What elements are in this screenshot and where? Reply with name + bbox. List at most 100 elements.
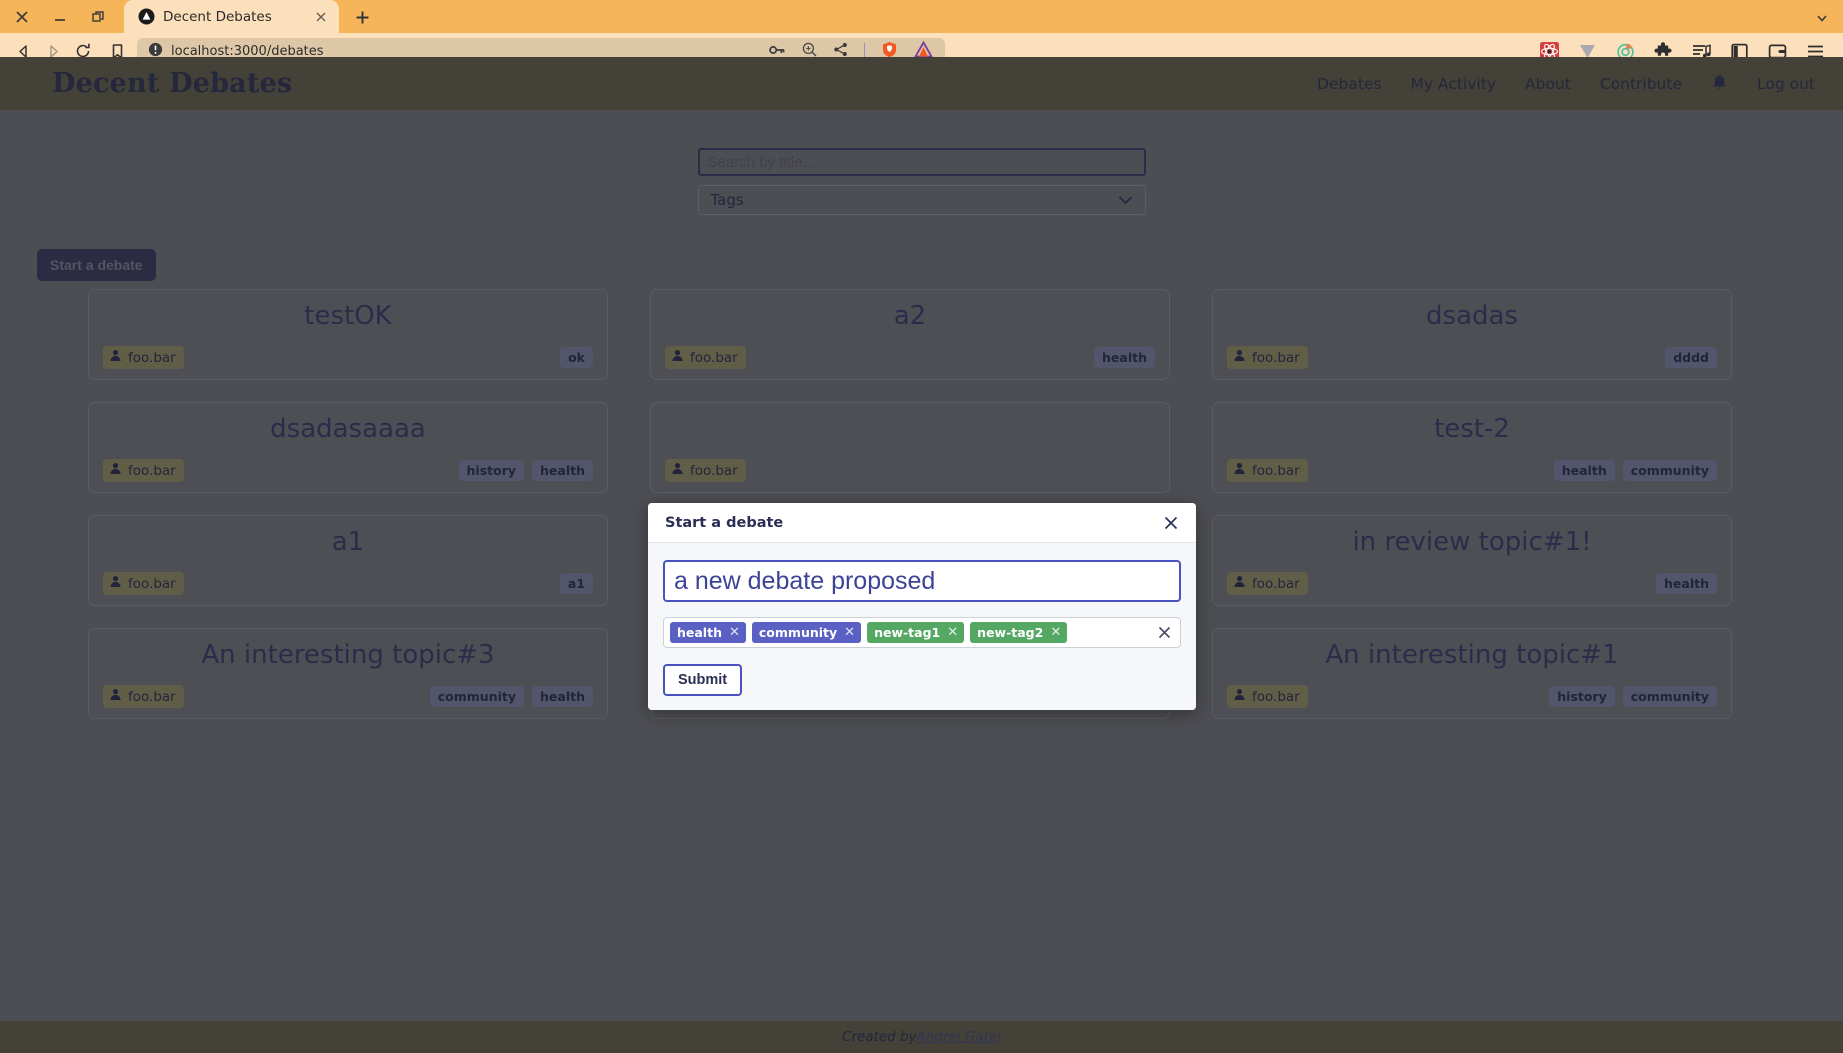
site-footer: Created by Andrei Gatej (0, 1021, 1843, 1053)
debate-author-name: foo.bar (128, 349, 176, 366)
debate-tag-badge: ok (560, 347, 593, 368)
chevron-down-icon (1118, 191, 1133, 209)
tag-chip-remove-icon[interactable]: ✕ (844, 626, 855, 639)
debate-author-badge[interactable]: foo.bar (103, 346, 184, 369)
debate-card-tags: a1 (559, 573, 593, 594)
debate-card-footer: foo.bar history health (103, 459, 593, 482)
close-icon[interactable] (1163, 515, 1179, 531)
person-icon (1233, 462, 1246, 479)
tag-chip[interactable]: new-tag1 ✕ (867, 622, 965, 643)
debate-author-badge[interactable]: foo.bar (1227, 685, 1308, 708)
debate-author-name: foo.bar (1252, 462, 1300, 479)
debate-card[interactable]: An interesting topic#1 foo.bar history comm… (1212, 628, 1732, 719)
debate-author-name: foo.bar (128, 575, 176, 592)
new-tab-button[interactable] (345, 3, 379, 31)
debate-card-tags: history community (1549, 686, 1717, 707)
debate-card[interactable]: a1 foo.bar a1 (88, 515, 608, 606)
debate-author-badge[interactable]: foo.bar (103, 459, 184, 482)
modal-body: health ✕ community ✕ new-tag1 ✕ new-tag2 ✕ Subm… (648, 543, 1196, 710)
debate-author-badge[interactable]: foo.bar (665, 346, 746, 369)
debate-card[interactable]: dsadasaaaa foo.bar history health (88, 402, 608, 493)
debate-card-title: a2 (893, 301, 927, 331)
person-icon (109, 462, 122, 479)
debate-tag-badge: community (1622, 686, 1717, 707)
debate-card[interactable]: in review topic#1! foo.bar health (1212, 515, 1732, 606)
search-input[interactable] (697, 148, 1146, 176)
tag-input-field[interactable]: health ✕ community ✕ new-tag1 ✕ new-tag2 ✕ (663, 617, 1181, 648)
debate-author-name: foo.bar (1252, 575, 1300, 592)
debate-card[interactable]: foo.bar (650, 402, 1170, 493)
debate-tag-badge: health (1656, 573, 1717, 594)
person-icon (1233, 575, 1246, 592)
debate-card[interactable]: An interesting topic#3 foo.bar community he… (88, 628, 608, 719)
person-icon (109, 349, 122, 366)
footer-prefix: Created by (842, 1029, 917, 1045)
tab-strip: Decent Debates (0, 0, 1843, 33)
nav-link-my-activity[interactable]: My Activity (1411, 75, 1496, 93)
debate-author-badge[interactable]: foo.bar (1227, 459, 1308, 482)
nav-link-debates[interactable]: Debates (1317, 75, 1382, 93)
tab-title: Decent Debates (163, 8, 272, 25)
debate-author-badge[interactable]: foo.bar (103, 572, 184, 595)
site-brand[interactable]: Decent Debates (52, 68, 292, 99)
debate-card-footer: foo.bar health community (1227, 459, 1717, 482)
tag-chip-remove-icon[interactable]: ✕ (729, 626, 740, 639)
bell-icon[interactable] (1711, 74, 1728, 93)
debate-card-tags: health community (1553, 460, 1717, 481)
tag-chip-remove-icon[interactable]: ✕ (947, 626, 958, 639)
tag-chip-label: new-tag1 (874, 625, 941, 640)
search-controls: Tags (697, 148, 1146, 215)
debate-author-badge[interactable]: foo.bar (665, 459, 746, 482)
tag-chip[interactable]: health ✕ (670, 622, 746, 643)
debate-card[interactable]: testOK foo.bar ok (88, 289, 608, 380)
modal-title: Start a debate (665, 514, 784, 531)
debate-card-tags: dddd (1665, 347, 1717, 368)
debate-tag-badge: health (532, 460, 593, 481)
tag-chip-label: community (758, 625, 838, 640)
start-debate-button[interactable]: Start a debate (37, 249, 156, 281)
debate-author-badge[interactable]: foo.bar (103, 685, 184, 708)
tab-close-icon[interactable] (313, 9, 329, 25)
debate-author-badge[interactable]: foo.bar (1227, 572, 1308, 595)
debate-card-title: An interesting topic#3 (201, 640, 495, 670)
tags-filter-select[interactable]: Tags (697, 185, 1146, 215)
tag-chip[interactable]: community ✕ (751, 622, 862, 643)
minimize-window-button[interactable] (52, 9, 68, 25)
debate-tag-badge: health (1553, 460, 1615, 481)
debate-author-name: foo.bar (1252, 349, 1300, 366)
debate-author-name: foo.bar (1252, 688, 1300, 705)
debate-card-footer: foo.bar health (665, 346, 1155, 369)
debate-card[interactable]: test-2 foo.bar health community (1212, 402, 1732, 493)
submit-button[interactable]: Submit (663, 664, 743, 696)
debate-card-title: dsadasaaaa (270, 414, 426, 444)
debate-card-footer: foo.bar (665, 459, 1155, 482)
tabstrip-overflow-chevron-icon[interactable] (1815, 0, 1843, 33)
footer-author-link[interactable]: Andrei Gatej (917, 1029, 1001, 1045)
tag-chip-remove-icon[interactable]: ✕ (1050, 626, 1061, 639)
debate-author-name: foo.bar (128, 688, 176, 705)
site-navigation: Debates My Activity About Contribute Log… (1317, 74, 1815, 93)
debate-author-badge[interactable]: foo.bar (1227, 346, 1308, 369)
browser-tab[interactable]: Decent Debates (124, 0, 339, 33)
nav-link-about[interactable]: About (1525, 75, 1571, 93)
tag-chip[interactable]: new-tag2 ✕ (970, 622, 1068, 643)
debate-card-title: a1 (331, 527, 365, 557)
modal-header: Start a debate (648, 503, 1196, 543)
clear-all-icon[interactable] (1157, 625, 1172, 640)
person-icon (109, 575, 122, 592)
debate-card-footer: foo.bar a1 (103, 572, 593, 595)
close-window-button[interactable] (14, 9, 30, 25)
debate-card-footer: foo.bar community health (103, 685, 593, 708)
debate-card-tags: ok (560, 347, 593, 368)
debate-author-name: foo.bar (690, 349, 738, 366)
debate-tag-badge: a1 (559, 573, 593, 594)
nav-link-logout[interactable]: Log out (1757, 75, 1815, 93)
debate-card[interactable]: dsadas foo.bar dddd (1212, 289, 1732, 380)
nav-link-contribute[interactable]: Contribute (1600, 75, 1682, 93)
debate-tag-badge: history (458, 460, 525, 481)
debate-title-input[interactable] (663, 560, 1181, 602)
debate-card-title: An interesting topic#1 (1325, 640, 1619, 670)
restore-window-button[interactable] (90, 9, 106, 25)
debate-card-title: in review topic#1! (1352, 527, 1592, 557)
debate-card[interactable]: a2 foo.bar health (650, 289, 1170, 380)
